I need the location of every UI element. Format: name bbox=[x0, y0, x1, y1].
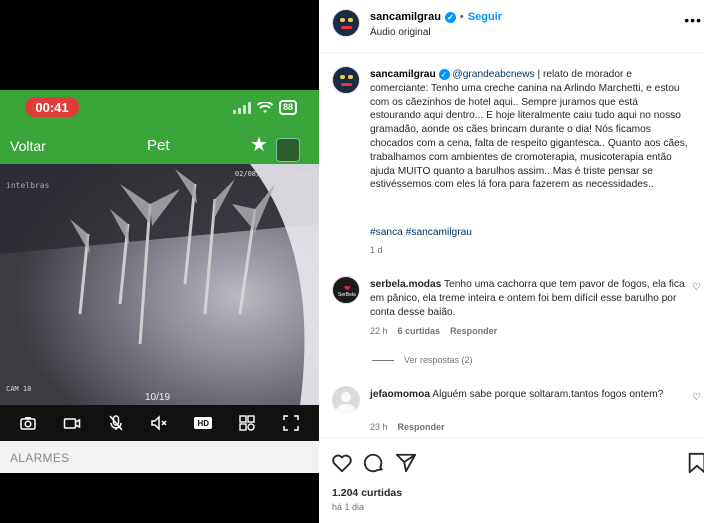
post-actions: 1.204 curtidas há 1 dia bbox=[319, 437, 704, 523]
caption-time: 1 d bbox=[370, 245, 383, 255]
comment-meta: 22 h 6 curtidas Responder bbox=[370, 326, 497, 336]
view-replies-label[interactable]: Ver respostas (2) bbox=[404, 355, 473, 365]
alarms-tab[interactable]: ALARMES bbox=[0, 441, 319, 473]
comment-icon[interactable] bbox=[363, 452, 385, 474]
wifi-icon bbox=[256, 101, 273, 113]
comment-username[interactable]: serbela.modas bbox=[370, 279, 441, 290]
comment-like-icon[interactable]: ♡ bbox=[692, 282, 702, 293]
camera-feed-image bbox=[0, 164, 319, 405]
caption-hashtags[interactable]: #sanca #sancamilgrau bbox=[370, 227, 472, 238]
comment-time: 22 h bbox=[370, 326, 388, 336]
save-icon[interactable] bbox=[686, 452, 704, 474]
comment: jefaomomoa Alguém sabe porque soltaram.t… bbox=[370, 388, 690, 402]
phone-nav-title: Pet bbox=[147, 137, 170, 154]
original-audio-link[interactable]: Áudio original bbox=[370, 27, 431, 38]
comment-reply-button[interactable]: Responder bbox=[398, 422, 445, 432]
comment-avatar-default[interactable] bbox=[332, 386, 360, 414]
caption-mention[interactable]: @grandeabcnews bbox=[452, 69, 534, 80]
comment-avatar[interactable]: ❤ SerBela bbox=[332, 276, 360, 304]
post-media[interactable]: 00:41 88 Voltar Pet ★ 02/08/2025 00:34:3… bbox=[0, 0, 319, 523]
video-record-icon[interactable] bbox=[63, 414, 81, 432]
comment-time: 23 h bbox=[370, 422, 388, 432]
post-time: há 1 dia bbox=[332, 502, 365, 512]
phone-time: 00:41 bbox=[25, 97, 79, 117]
app-root: 00:41 88 Voltar Pet ★ 02/08/2025 00:34:3… bbox=[0, 0, 704, 523]
post-header: sancamilgrau ✓ • Seguir Áudio original •… bbox=[319, 0, 704, 53]
speaker-muted-icon[interactable] bbox=[150, 414, 168, 432]
header-username[interactable]: sancamilgrau bbox=[370, 11, 441, 23]
avatar[interactable] bbox=[332, 9, 360, 37]
more-options-icon[interactable]: ••• bbox=[684, 12, 702, 28]
caption-username[interactable]: sancamilgrau bbox=[370, 69, 436, 80]
like-icon[interactable] bbox=[331, 452, 353, 474]
separator-dot: • bbox=[459, 11, 464, 23]
camera-controls: HD bbox=[0, 405, 319, 441]
comment-username[interactable]: jefaomomoa bbox=[370, 389, 430, 400]
camera-page-indicator: 10/19 bbox=[145, 392, 171, 403]
phone-screenshot: 00:41 88 Voltar Pet ★ 02/08/2025 00:34:3… bbox=[0, 90, 319, 473]
camera-icon[interactable] bbox=[19, 414, 37, 432]
phone-nav-bar: Voltar Pet ★ bbox=[0, 130, 319, 164]
caption-text: | relato de morador e comerciante: Tenho… bbox=[370, 69, 688, 191]
camera-brand: intelbras bbox=[6, 181, 50, 190]
fullscreen-icon[interactable] bbox=[282, 414, 300, 432]
camera-label: CAM 10 bbox=[6, 385, 32, 393]
signal-icon bbox=[232, 101, 251, 114]
battery-icon: 88 bbox=[278, 100, 297, 115]
comment-likes[interactable]: 6 curtidas bbox=[398, 326, 441, 336]
comment-meta: 23 h Responder bbox=[370, 422, 445, 432]
caption-avatar[interactable] bbox=[332, 66, 360, 94]
follow-button[interactable]: Seguir bbox=[468, 11, 502, 23]
post-caption: sancamilgrau ✓ @grandeabcnews | relato d… bbox=[370, 68, 688, 192]
back-button[interactable]: Voltar bbox=[10, 138, 46, 154]
replies-line bbox=[372, 359, 394, 361]
phone-system-icons: 88 bbox=[232, 100, 297, 115]
pip-icon[interactable] bbox=[276, 138, 300, 162]
comment: serbela.modas Tenho uma cachorra que tem… bbox=[370, 278, 690, 319]
grid-view-icon[interactable] bbox=[238, 414, 256, 432]
verified-icon: ✓ bbox=[444, 11, 456, 23]
view-replies-button[interactable]: Ver respostas (2) bbox=[372, 355, 473, 365]
phone-status-bar: 00:41 88 bbox=[0, 90, 319, 130]
mic-muted-icon[interactable] bbox=[107, 414, 125, 432]
hd-quality-icon[interactable]: HD bbox=[194, 417, 213, 429]
share-icon[interactable] bbox=[395, 452, 417, 474]
star-icon[interactable]: ★ bbox=[250, 135, 268, 155]
comment-text: Alguém sabe porque soltaram.tantos fogos… bbox=[430, 389, 664, 400]
likes-count[interactable]: 1.204 curtidas bbox=[332, 487, 402, 499]
header-user: sancamilgrau ✓ • Seguir bbox=[370, 11, 502, 23]
post-panel: sancamilgrau ✓ • Seguir Áudio original •… bbox=[319, 0, 704, 523]
comment-like-icon[interactable]: ♡ bbox=[692, 392, 702, 403]
camera-feed: 02/08/2025 00:34:31 intelbras CAM 10 10/… bbox=[0, 164, 319, 405]
comment-reply-button[interactable]: Responder bbox=[450, 326, 497, 336]
camera-timestamp: 02/08/2025 00:34:31 bbox=[234, 170, 315, 178]
verified-icon: ✓ bbox=[438, 69, 450, 80]
